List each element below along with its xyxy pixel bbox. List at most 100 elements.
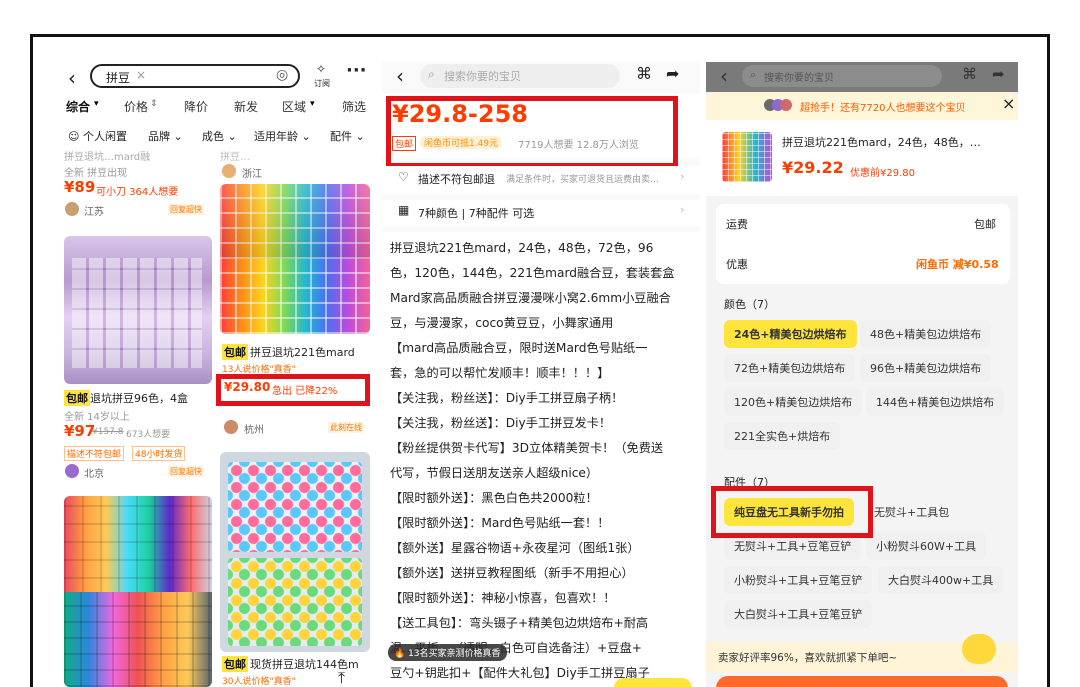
variants-row[interactable]: ▦ 7种颜色 | 7种配件 可选 ›: [382, 200, 700, 226]
product-card[interactable]: 包邮 退坑拼豆96色，4盒 全新 14岁以上 ¥97 ¥157.8 673人想要…: [62, 388, 214, 492]
scroll-top-icon[interactable]: ⤒: [338, 668, 345, 687]
description-line: Mard家高品质融合拼豆漫漫咪小窝2.6mm小豆融合: [390, 291, 671, 305]
product-summary: 拼豆退坑221色mard，24色，48色，… ¥29.22 优惠前¥29.80: [706, 120, 1018, 196]
card-want-count: 673人想要: [126, 430, 171, 440]
clear-icon[interactable]: ×: [136, 68, 146, 82]
sort-tab-new[interactable]: 新发: [234, 98, 258, 115]
pre-discount-price: 优惠前¥29.80: [850, 168, 915, 179]
color-option[interactable]: 144色+精美包边烘焙布: [866, 388, 1005, 416]
card-note: 可小刀 364人想要: [96, 187, 179, 198]
description-line: 【送工具包】：弯头镊子+精美包边烘焙布+耐高: [390, 616, 649, 630]
fee-card: 运费 包邮 优惠 闲鱼币 减¥0.58: [716, 204, 1010, 284]
filter-brand-label: 品牌: [148, 130, 170, 143]
accessory-option[interactable]: 无熨斗+工具包: [864, 498, 959, 526]
more-icon[interactable]: ···: [346, 62, 367, 81]
description-line: 【mard高品质融合豆，限时送Mard色号贴纸一: [390, 341, 648, 355]
notebook-frame-left: [30, 60, 62, 687]
search-input[interactable]: 拼豆 × ◎: [90, 64, 300, 88]
product-thumbnail: [722, 132, 772, 182]
discount-label: 优惠: [726, 258, 748, 271]
close-icon[interactable]: ×: [1002, 94, 1015, 113]
filter-condition[interactable]: 成色 ⌄: [202, 128, 237, 144]
filter-age-label: 适用年龄: [254, 130, 298, 143]
product-image[interactable]: [64, 496, 212, 687]
free-shipping-tag: 包邮: [64, 390, 90, 406]
filter-age[interactable]: 适用年龄 ⌄: [254, 128, 311, 144]
description-line: 【限时额外送】：神秘小惊喜，包喜欢！！: [390, 591, 616, 605]
filter-personal-idle[interactable]: ☺ 个人闲置: [68, 128, 127, 144]
color-option[interactable]: 120色+精美包边烘焙布: [724, 388, 863, 416]
product-image[interactable]: [220, 452, 370, 652]
back-icon[interactable]: ‹: [68, 66, 76, 90]
color-option[interactable]: 221全实色+烘焙布: [724, 422, 841, 450]
notebook-frame-top: [30, 34, 1050, 62]
purchase-sheet: 超抢手！还有7720人也想要这个宝贝 × 拼豆退坑221色mard，24色，48…: [706, 92, 1018, 687]
filter-personal-idle-label: 个人闲置: [82, 130, 127, 143]
card-price: ¥89: [64, 178, 96, 196]
guarantee-row[interactable]: ♡ 描述不符包邮退 满足条件时，买家可退货且运费由卖… ›: [382, 166, 700, 194]
sort-tab-price[interactable]: 价格: [124, 98, 148, 115]
description-line: 【粉丝提供贺卡代写】3D立体精美贺卡！（免费送: [390, 441, 664, 455]
popularity-banner: 超抢手！还有7720人也想要这个宝贝 ×: [706, 92, 1018, 120]
chevron-down-icon: ▾: [310, 99, 315, 109]
accessory-option[interactable]: 大白熨斗+工具+豆笔豆铲: [724, 600, 873, 628]
description-line: 【关注我，粉丝送】：Diy手工拼豆扇子柄！: [390, 391, 624, 405]
search-placeholder: 搜索你要的宝贝: [444, 70, 521, 83]
description-line: 豆，与漫漫家，coco黄豆豆，小舞家通用: [390, 316, 614, 330]
share-icon[interactable]: ➦: [666, 64, 679, 83]
card-meta: 全新 拼豆出现: [64, 168, 128, 179]
confirm-button[interactable]: [716, 676, 1008, 687]
accessory-option[interactable]: 小粉熨斗60W+工具: [866, 532, 987, 560]
discount-value[interactable]: 闲鱼币 减¥0.58: [916, 256, 999, 272]
sort-tab-price-drop[interactable]: 降价: [184, 98, 208, 115]
avatar: [224, 420, 238, 434]
sort-tab-region[interactable]: 区域: [282, 98, 306, 115]
product-card[interactable]: 拼豆… 浙江: [220, 148, 372, 180]
product-card[interactable]: 拼豆退坑…mard融 全新 拼豆出现 ¥89 可小刀 364人想要 江苏 回复超…: [62, 148, 214, 218]
sort-tab-filter[interactable]: 筛选: [342, 98, 366, 115]
back-icon[interactable]: ‹: [396, 64, 404, 88]
filter-accessory[interactable]: 配件 ⌄: [330, 128, 365, 144]
chevron-down-icon: ▾: [94, 99, 99, 109]
search-input[interactable]: ⌕ 搜索你要的宝贝: [420, 64, 620, 88]
subscribe-label[interactable]: 订阅: [314, 78, 330, 89]
description-line: 【限时额外送】：Mard色号贴纸一套！！: [390, 516, 610, 530]
sort-arrows-icon: ⇕: [150, 99, 158, 109]
filter-accessory-label: 配件: [330, 130, 352, 143]
service-tag: 48小时发货: [132, 446, 186, 461]
accessory-option[interactable]: 小粉熨斗+工具+豆笔豆铲: [724, 566, 873, 594]
subscribe-icon[interactable]: ✧: [316, 62, 326, 76]
product-price: ¥29.22: [782, 158, 844, 177]
buy-button[interactable]: [614, 678, 692, 687]
camera-icon[interactable]: ◎: [276, 67, 288, 83]
card-original-price: ¥157.8: [92, 427, 124, 437]
seller-rating-bar: 卖家好评率96%，喜欢就抓紧下单吧~: [706, 634, 1018, 672]
filter-brand[interactable]: 品牌 ⌄: [148, 128, 183, 144]
free-shipping-tag: 包邮: [222, 656, 248, 672]
share-icon: ➦: [992, 65, 1005, 83]
card-title: 拼豆退坑…mard融: [64, 152, 151, 163]
color-option[interactable]: 96色+精美包边烘焙布: [860, 354, 992, 382]
seller-rating-text: 卖家好评率96%，喜欢就抓紧下单吧~: [718, 652, 898, 664]
description-line: 色，120色，144色，221色mard融合豆，套装套盒: [390, 266, 675, 280]
search-input-value: 拼豆: [106, 71, 131, 85]
color-option[interactable]: 48色+精美包边烘焙布: [860, 320, 992, 348]
description-line: 【额外送】星露谷物语+永夜星河（图纸1张）: [390, 541, 640, 555]
buyer-toast-text: 13名买家亲测价格真香: [408, 649, 501, 659]
card-badge: 回复超快: [168, 204, 204, 215]
variants-label: 7种颜色 | 7种配件 可选: [418, 207, 535, 220]
highlight-box: [216, 374, 370, 406]
product-image[interactable]: [220, 184, 370, 334]
color-option-selected[interactable]: 24色+精美包边烘焙布: [724, 320, 857, 348]
color-option[interactable]: 72色+精美包边烘焙布: [724, 354, 856, 382]
search-results-screen: ‹ 拼豆 × ◎ ✧ 订阅 ··· 综合 ▾ 价格 ⇕ 降价 新发 区域 ▾ 筛…: [62, 62, 376, 687]
description-line: 【关注我，粉丝送】：Diy手工拼豆发卡！: [390, 416, 612, 430]
accessory-option[interactable]: 大白熨斗400w+工具: [878, 566, 1004, 594]
sort-tab-default[interactable]: 综合: [66, 98, 90, 115]
guarantee-title: 描述不符包邮退: [418, 173, 495, 186]
product-card[interactable]: 包邮 现货拼豆退坑144色m 30人说价格"真香": [220, 654, 374, 687]
description-line: 【限时额外送】：黑色白色共2000粒！: [390, 491, 598, 505]
scan-icon[interactable]: ⌘: [636, 64, 652, 83]
filter-condition-label: 成色: [202, 130, 224, 143]
product-image[interactable]: [64, 236, 212, 384]
